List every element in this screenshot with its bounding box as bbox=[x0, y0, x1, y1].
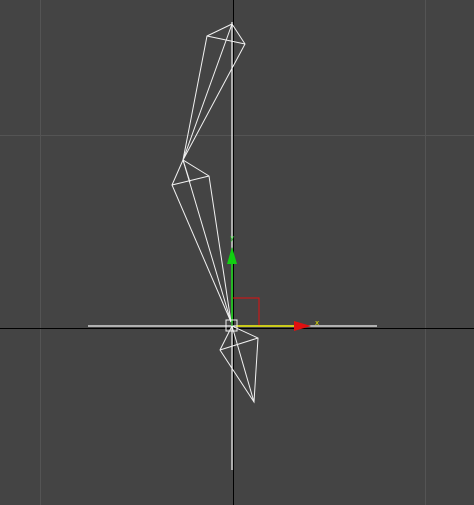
viewport-svg[interactable]: y x bbox=[0, 0, 474, 505]
viewport-background bbox=[0, 0, 474, 505]
gizmo-y-label: y bbox=[230, 234, 234, 242]
gizmo-x-label: x bbox=[315, 319, 319, 327]
viewport-canvas[interactable]: y x bbox=[0, 0, 474, 505]
